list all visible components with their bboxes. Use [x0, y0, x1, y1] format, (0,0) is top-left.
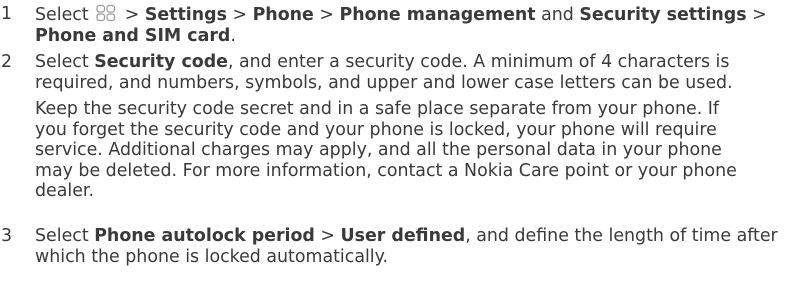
step-text: Select Security code, and enter a securi… — [35, 52, 804, 93]
step-text: Select Phone autolock period > User defi… — [35, 226, 804, 267]
step-1-line-2: Phone and SIM card. — [35, 25, 236, 46]
note-paragraph: Keep the security code secret and in a s… — [35, 99, 804, 202]
step-number: 2 — [1, 52, 13, 72]
note-line: may be deleted. For more information, co… — [35, 160, 737, 181]
menu-path-security-code: Security code — [94, 52, 228, 72]
step-2-line-2: required, and numbers, symbols, and uppe… — [35, 72, 733, 93]
step-1-line-1: Select > Settings > Phone > Phone manage… — [35, 4, 767, 25]
note-line: you forget the security code and your ph… — [35, 119, 717, 140]
menu-path-phone-and-sim-card: Phone and SIM card — [35, 25, 231, 46]
step-2-line-1: Select Security code, and enter a securi… — [35, 52, 730, 72]
step-text: Select > Settings > Phone > Phone manage… — [35, 4, 804, 46]
menu-path-phone: Phone — [252, 5, 314, 25]
step-number: 1 — [1, 4, 13, 24]
step-number: 3 — [1, 226, 13, 246]
note-line: service. Additional charges may apply, a… — [35, 140, 722, 160]
step-3-line-2: which the phone is locked automatically. — [35, 246, 388, 267]
apps-grid-icon — [95, 4, 117, 22]
menu-path-user-defined: User defined — [340, 226, 466, 246]
note-line: Keep the security code secret and in a s… — [35, 99, 719, 119]
instruction-document: 1 Select > Settings > Phone > Phone mana… — [0, 0, 810, 282]
note-line: dealer. — [35, 181, 95, 201]
menu-path-security-settings: Security settings — [579, 5, 747, 25]
menu-path-phone-management: Phone management — [339, 5, 536, 25]
step-3-line-1: Select Phone autolock period > User defi… — [35, 226, 778, 246]
menu-path-settings: Settings — [144, 5, 227, 25]
menu-path-phone-autolock-period: Phone autolock period — [94, 226, 315, 246]
